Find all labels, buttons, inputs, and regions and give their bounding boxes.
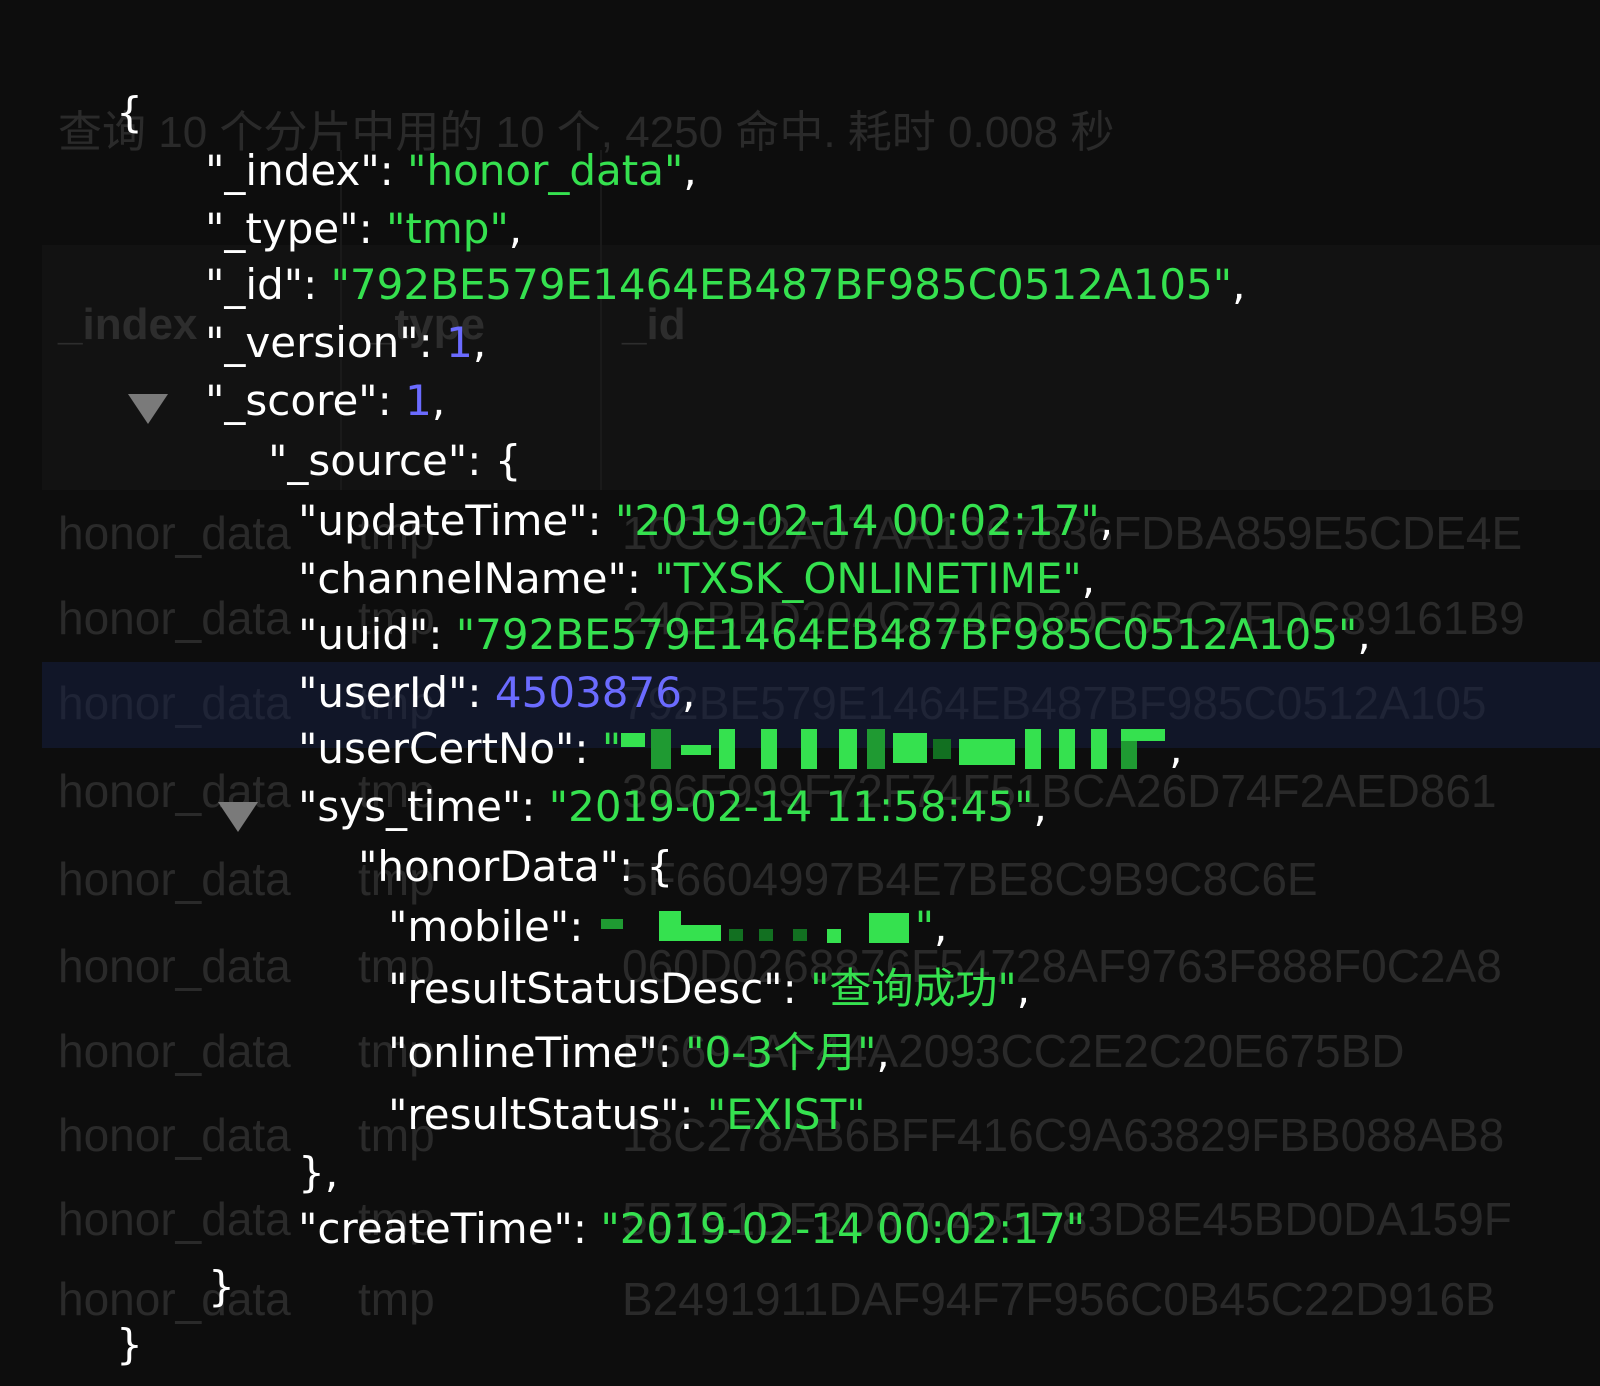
json-line: "updateTime": "2019-02-14 00:02:17", — [298, 496, 1114, 545]
value-resultStatus: "EXIST" — [706, 1090, 866, 1139]
json-line: { — [36, 26, 143, 137]
json-line: "createTime": "2019-02-14 00:02:17" — [298, 1204, 1086, 1253]
json-line: "_id": "792BE579E1464EB487BF985C0512A105… — [205, 260, 1246, 309]
json-line: "_score": 1, — [205, 376, 446, 425]
json-line: } — [36, 1258, 143, 1369]
json-line: "resultStatusDesc": "查询成功", — [388, 964, 1031, 1013]
json-line: "sys_time": "2019-02-14 11:58:45", — [298, 782, 1047, 831]
json-line: "_source": { — [268, 436, 522, 485]
value-version: 1 — [446, 318, 473, 367]
json-line: "honorData": { — [358, 842, 674, 891]
value-createTime: "2019-02-14 00:02:17" — [600, 1204, 1086, 1253]
close-brace: } — [116, 1320, 143, 1369]
json-line: "_type": "tmp", — [205, 204, 523, 253]
json-line: "channelName": "TXSK_ONLINETIME", — [298, 554, 1096, 603]
json-line: "uuid": "792BE579E1464EB487BF985C0512A10… — [298, 610, 1371, 659]
json-line: }, — [218, 1086, 338, 1197]
json-line: "_index": "honor_data", — [205, 146, 697, 195]
json-document-view: { "_index": "honor_data", "_type": "tmp"… — [0, 0, 1600, 1386]
json-line: } — [128, 1200, 235, 1311]
json-line: "_version": 1, — [205, 318, 487, 367]
key-createTime: "createTime" — [298, 1204, 573, 1253]
json-line: "mobile": ", — [388, 902, 948, 951]
key-resultStatus: "resultStatus" — [388, 1090, 680, 1139]
source-close: } — [208, 1262, 235, 1311]
json-line: "resultStatus": "EXIST" — [388, 1090, 866, 1139]
json-viewer-window: 查询 10 个分片中用的 10 个, 4250 命中. 耗时 0.008 秒 _… — [0, 0, 1600, 1386]
caret-down-icon[interactable] — [128, 394, 168, 424]
caret-down-icon[interactable] — [218, 802, 258, 832]
json-line: "userId": 4503876, — [298, 668, 696, 717]
json-line: "onlineTime": "0-3个月", — [388, 1028, 890, 1077]
json-line: "userCertNo": " , — [298, 724, 1183, 773]
